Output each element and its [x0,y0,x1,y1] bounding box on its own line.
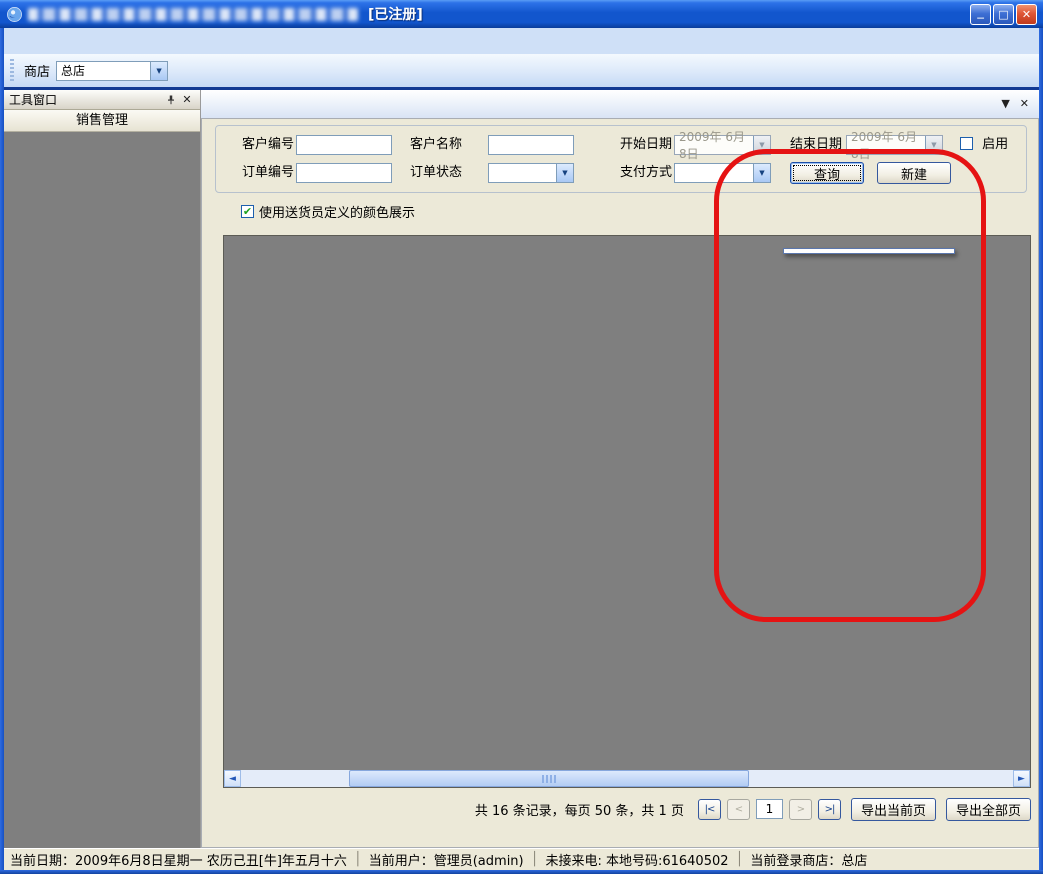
toolbar-grip[interactable] [10,59,14,83]
scrollbar-thumb[interactable] [349,770,749,787]
prev-page-button[interactable]: < [727,799,750,820]
status-bar: 当前日期：2009年6月8日星期一 农历己丑[牛]年五月十六 │ 当前用户：管理… [4,848,1039,870]
end-date-picker[interactable]: 2009年 6月 8日 ▼ [846,135,943,155]
order-status-label: 订单状态 [410,163,462,183]
scroll-left-icon[interactable]: ◄ [224,770,241,787]
start-date-picker[interactable]: 2009年 6月 8日 ▼ [674,135,771,155]
tool-window-title: 工具窗口 [9,91,163,108]
close-icon[interactable]: ✕ [179,92,195,107]
maximize-button[interactable]: □ [993,4,1014,25]
order-context-menu [783,248,955,254]
enable-checkbox-row: 启用 [960,135,1008,155]
main-content: ▼ ✕ 客户编号 客户名称 开始日期 2009年 6月 8日 ▼ 结束日期 20… [201,90,1039,848]
order-no-input[interactable] [296,163,392,183]
order-management-panel: 客户编号 客户名称 开始日期 2009年 6月 8日 ▼ 结束日期 2009年 … [201,118,1039,848]
status-user: 当前用户：管理员(admin) [369,850,524,869]
scrollbar-track[interactable] [241,770,1013,787]
toolbar: 商店 总店 ▼ [0,54,1043,90]
next-page-button[interactable]: > [789,799,812,820]
driver-color-label: 使用送货员定义的颜色展示 [259,202,415,221]
customer-name-label: 客户名称 [410,135,462,155]
store-selector: 商店 总店 ▼ [24,61,168,81]
last-page-button[interactable]: >| [818,799,841,820]
chevron-down-icon[interactable]: ▼ [753,136,770,154]
store-value: 总店 [57,62,150,79]
pay-method-select[interactable]: ▼ [674,163,771,183]
store-label: 商店 [24,61,50,80]
pay-method-label: 支付方式 [620,163,672,183]
window-border-right [1039,28,1043,874]
customer-no-input[interactable] [296,135,392,155]
window-border-bottom [0,870,1043,874]
chevron-down-icon[interactable]: ▼ [925,136,942,154]
window-title-registered: [已注册] [368,4,423,24]
scroll-right-icon[interactable]: ► [1013,770,1030,787]
menu-bar [0,28,1043,54]
tab-bar [201,90,1039,118]
order-no-label: 订单编号 [242,163,294,183]
search-button[interactable]: 查询 [790,162,864,184]
close-button[interactable]: ✕ [1016,4,1037,25]
page-number-input[interactable]: 1 [756,799,783,819]
export-all-pages-button[interactable]: 导出全部页 [946,798,1031,821]
tab-tools: ▼ ✕ [1001,97,1029,110]
customer-name-input[interactable] [488,135,574,155]
enable-label: 启用 [982,137,1008,152]
first-page-button[interactable]: |< [698,799,721,820]
tab-list-dropdown-icon[interactable]: ▼ [1001,97,1009,110]
record-summary: 共 16 条记录，每页 50 条，共 1 页 [475,800,684,819]
status-missed-call: 未接来电: 本地号码:61640502 [545,850,728,869]
status-store: 当前登录商店：总店 [750,850,867,869]
chevron-down-icon[interactable]: ▼ [150,62,167,80]
quick-filter-row: ✔ 使用送货员定义的颜色展示 [215,199,1027,223]
minimize-button[interactable]: ─ [970,4,991,25]
new-button[interactable]: 新建 [877,162,951,184]
horizontal-scrollbar[interactable]: ◄ ► [224,770,1030,787]
sidebar-items [4,132,200,144]
window-border-left [0,28,4,874]
app-icon [6,6,23,23]
filter-groupbox: 客户编号 客户名称 开始日期 2009年 6月 8日 ▼ 结束日期 2009年 … [215,125,1027,193]
enable-checkbox[interactable] [960,137,973,150]
sidebar-section-sales[interactable]: 销售管理 [4,110,200,132]
window-title-redacted [28,8,358,21]
pin-icon[interactable] [163,92,179,107]
pagination-bar: 共 16 条记录，每页 50 条，共 1 页 |< < 1 > >| 导出当前页… [223,795,1031,823]
export-current-page-button[interactable]: 导出当前页 [851,798,936,821]
tool-window-header: 工具窗口 ✕ [4,90,200,110]
chevron-down-icon[interactable]: ▼ [753,164,770,182]
order-status-select[interactable]: ▼ [488,163,574,183]
start-date-label: 开始日期 [620,135,672,155]
orders-table: ◄ ► [223,235,1031,788]
chevron-down-icon[interactable]: ▼ [556,164,573,182]
end-date-label: 结束日期 [790,135,842,155]
tool-window-sidebar: 工具窗口 ✕ 销售管理 [4,90,201,848]
tab-close-icon[interactable]: ✕ [1020,97,1029,110]
status-date: 当前日期：2009年6月8日星期一 农历己丑[牛]年五月十六 [10,850,347,869]
store-combobox[interactable]: 总店 ▼ [56,61,168,81]
driver-color-checkbox[interactable]: ✔ [241,205,254,218]
title-bar[interactable]: [已注册] ─ □ ✕ [0,0,1043,28]
customer-no-label: 客户编号 [242,135,294,155]
